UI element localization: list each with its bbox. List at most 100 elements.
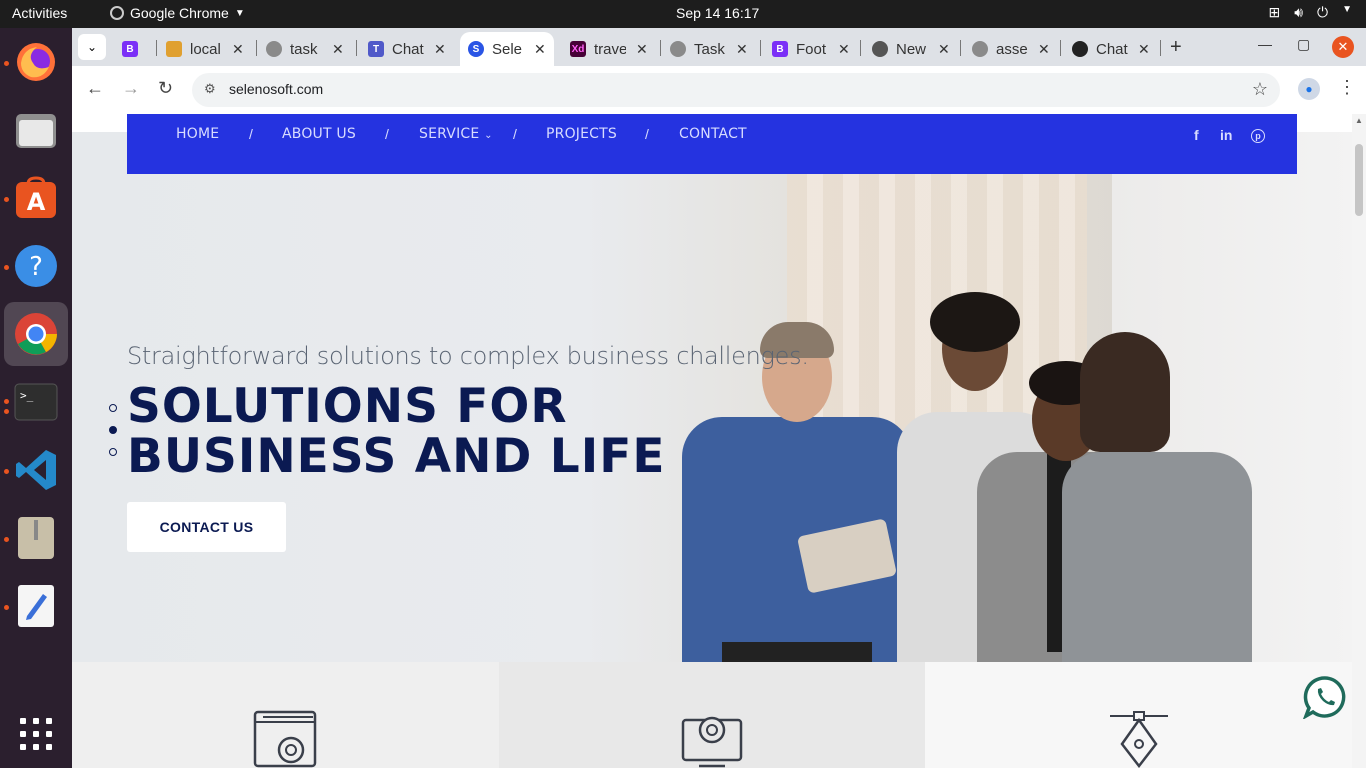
files-icon[interactable] xyxy=(12,106,60,154)
chrome-menu-icon[interactable]: ⋮ xyxy=(1338,77,1356,98)
show-applications-icon[interactable] xyxy=(20,718,52,750)
close-tab-icon[interactable]: ✕ xyxy=(434,41,446,58)
bookmark-star-icon[interactable]: ☆ xyxy=(1252,79,1268,100)
system-top-bar: Activities Google Chrome ▼ Sep 14 16:17 … xyxy=(0,0,1366,28)
facebook-icon[interactable]: f xyxy=(1194,127,1199,143)
running-indicator xyxy=(4,409,9,414)
back-icon[interactable]: ← xyxy=(86,78,104,99)
tab[interactable]: Task ✕ xyxy=(670,32,748,66)
feature-card-design[interactable] xyxy=(925,662,1352,768)
nav-about-us[interactable]: ABOUT US xyxy=(282,126,356,142)
chevron-down-icon[interactable]: ▼ xyxy=(1342,4,1352,21)
hero-tagline: Straightforward solutions to complex bus… xyxy=(127,342,809,370)
monitor-gear-icon xyxy=(681,716,743,768)
nav-projects[interactable]: PROJECTS xyxy=(546,126,617,142)
nav-separator: / xyxy=(385,126,389,142)
tab-title: task xyxy=(290,40,318,58)
running-indicator xyxy=(4,537,9,542)
close-tab-icon[interactable]: ✕ xyxy=(1138,41,1150,58)
slider-dot[interactable] xyxy=(109,448,117,456)
scroll-up-arrow-icon[interactable]: ▲ xyxy=(1355,116,1363,125)
globe-favicon-icon xyxy=(972,41,988,57)
tab-separator xyxy=(860,40,861,56)
pinterest-icon[interactable]: p xyxy=(1251,129,1265,143)
browser-window: ⌄ B local ✕ task ✕ T Chat ✕ S Sele ✕ Xd xyxy=(72,28,1366,114)
forward-icon[interactable]: → xyxy=(122,78,140,99)
activities-button[interactable]: Activities xyxy=(12,5,67,21)
tab-title: Foot xyxy=(796,40,827,58)
close-tab-icon[interactable]: ✕ xyxy=(838,41,850,58)
teams-favicon-icon: T xyxy=(368,41,384,57)
minimize-button[interactable]: — xyxy=(1258,36,1272,52)
feature-card-software[interactable] xyxy=(72,662,499,768)
tab[interactable]: New ✕ xyxy=(872,32,950,66)
close-tab-icon[interactable]: ✕ xyxy=(1038,41,1050,58)
vscode-icon[interactable] xyxy=(12,446,60,494)
slider-dot[interactable] xyxy=(109,404,117,412)
tab-search-button[interactable]: ⌄ xyxy=(78,34,106,60)
archive-manager-icon[interactable] xyxy=(12,514,60,562)
hero-headline: SOLUTIONS FOR BUSINESS AND LIFE xyxy=(127,382,665,482)
tab-separator xyxy=(960,40,961,56)
new-tab-button[interactable]: + xyxy=(1170,36,1182,59)
tab-separator xyxy=(660,40,661,56)
linkedin-icon[interactable]: in xyxy=(1220,127,1232,143)
tab[interactable]: local ✕ xyxy=(166,32,244,66)
tab[interactable]: Xd trave ✕ xyxy=(570,32,648,66)
profile-avatar-icon[interactable]: ● xyxy=(1298,78,1320,100)
tab-title: asse xyxy=(996,40,1028,58)
text-editor-icon[interactable] xyxy=(12,582,60,630)
reload-icon[interactable]: ↻ xyxy=(158,78,173,99)
slider-dot-active[interactable] xyxy=(109,426,117,434)
nav-service[interactable]: SERVICE ⌄ xyxy=(419,126,493,142)
url-text[interactable]: selenosoft.com xyxy=(229,81,323,97)
tab[interactable]: B Foot ✕ xyxy=(772,32,850,66)
contact-us-button[interactable]: CONTACT US xyxy=(127,502,286,552)
nav-home[interactable]: HOME xyxy=(176,126,219,142)
browser-toolbar: ← → ↻ ⚙ selenosoft.com ☆ ● ⋮ xyxy=(72,66,1366,114)
feature-card-support[interactable] xyxy=(499,662,925,768)
help-icon[interactable]: ? xyxy=(12,242,60,290)
site-info-icon[interactable]: ⚙ xyxy=(204,81,216,97)
tab[interactable]: B xyxy=(122,32,146,66)
close-tab-icon[interactable]: ✕ xyxy=(736,41,748,58)
clock[interactable]: Sep 14 16:17 xyxy=(676,5,759,21)
nav-contact[interactable]: CONTACT xyxy=(679,126,747,142)
address-bar[interactable]: ⚙ selenosoft.com ☆ xyxy=(192,73,1280,107)
chevron-down-icon: ⌄ xyxy=(86,40,98,54)
close-tab-icon[interactable]: ✕ xyxy=(232,41,244,58)
volume-icon[interactable]: 🔊︎ xyxy=(1294,4,1303,21)
terminal-icon[interactable]: >_ xyxy=(12,378,60,426)
tab[interactable]: Chat ✕ xyxy=(1072,32,1150,66)
close-tab-icon[interactable]: ✕ xyxy=(534,41,546,58)
whatsapp-chat-icon[interactable] xyxy=(1303,675,1347,719)
scrollbar-thumb[interactable] xyxy=(1355,144,1363,216)
tab[interactable]: asse ✕ xyxy=(972,32,1050,66)
close-tab-icon[interactable]: ✕ xyxy=(938,41,950,58)
localhost-favicon-icon xyxy=(166,41,182,57)
tab-strip: ⌄ B local ✕ task ✕ T Chat ✕ S Sele ✕ Xd xyxy=(72,28,1366,66)
network-icon[interactable]: ⊞ xyxy=(1268,4,1280,21)
bootstrap-favicon-icon: B xyxy=(122,41,138,57)
tab-separator xyxy=(356,40,357,56)
close-tab-icon[interactable]: ✕ xyxy=(332,41,344,58)
close-window-button[interactable]: ✕ xyxy=(1332,36,1354,58)
app-center-icon[interactable]: A xyxy=(12,174,60,222)
page-viewport: Straightforward solutions to complex bus… xyxy=(72,114,1352,768)
tab-active[interactable]: S Sele ✕ xyxy=(460,32,554,66)
app-menu[interactable]: Google Chrome ▼ xyxy=(110,5,245,21)
tab[interactable]: T Chat ✕ xyxy=(368,32,446,66)
page-scrollbar[interactable]: ▲ xyxy=(1352,114,1366,768)
close-tab-icon[interactable]: ✕ xyxy=(636,41,648,58)
svg-text:?: ? xyxy=(29,252,43,282)
running-indicator xyxy=(4,61,9,66)
maximize-button[interactable]: ▢ xyxy=(1297,36,1310,53)
chevron-down-icon: ⌄ xyxy=(484,130,493,141)
running-indicator xyxy=(4,469,9,474)
system-tray[interactable]: ⊞ 🔊︎ ⏻ ▼ xyxy=(1268,4,1352,21)
chrome-icon[interactable] xyxy=(4,302,68,366)
nav-separator: / xyxy=(645,126,649,142)
power-icon[interactable]: ⏻ xyxy=(1317,4,1328,21)
tab[interactable]: task ✕ xyxy=(266,32,344,66)
firefox-icon[interactable] xyxy=(12,38,60,86)
